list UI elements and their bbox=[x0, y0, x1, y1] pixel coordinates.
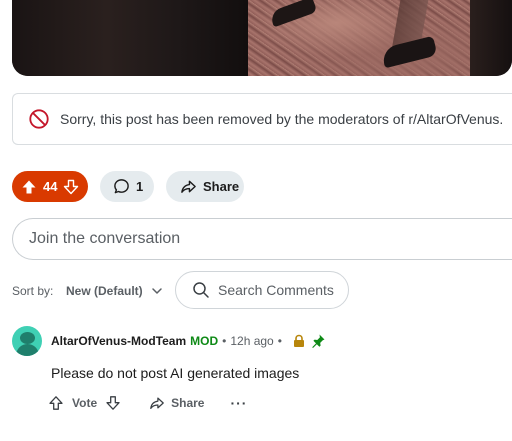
meta-separator: • bbox=[277, 334, 282, 348]
avatar[interactable] bbox=[12, 326, 42, 356]
comment-count: 1 bbox=[136, 179, 144, 194]
join-conversation-input[interactable]: Join the conversation bbox=[12, 218, 512, 260]
pin-icon bbox=[312, 334, 325, 348]
downvote-icon[interactable] bbox=[63, 179, 79, 195]
join-placeholder: Join the conversation bbox=[29, 230, 181, 247]
meta-separator: • bbox=[222, 334, 227, 348]
lock-icon bbox=[293, 334, 304, 347]
share-button[interactable]: Share bbox=[166, 171, 244, 202]
comment-time: 12h ago bbox=[230, 334, 274, 348]
search-placeholder: Search Comments bbox=[218, 282, 334, 298]
more-icon[interactable]: ··· bbox=[230, 395, 247, 411]
sort-dropdown[interactable]: New (Default) bbox=[58, 276, 171, 306]
avatar-body bbox=[16, 344, 39, 356]
comment-actions: Vote Share ··· bbox=[48, 393, 247, 413]
vote-control: 44 bbox=[12, 171, 88, 202]
upvote-icon[interactable] bbox=[21, 179, 37, 195]
removed-notice-text: Sorry, this post has been removed by the… bbox=[60, 111, 504, 127]
media-dark-region bbox=[12, 0, 248, 76]
mod-badge: MOD bbox=[190, 334, 219, 348]
comment-meta: AltarOfVenus-ModTeam MOD • 12h ago • bbox=[51, 333, 326, 349]
sort-value: New (Default) bbox=[66, 284, 143, 298]
post-media[interactable] bbox=[12, 0, 512, 76]
share-icon[interactable] bbox=[149, 395, 165, 411]
chevron-down-icon bbox=[151, 288, 162, 294]
comment-body: Please do not post AI generated images bbox=[51, 365, 300, 381]
comment-icon bbox=[114, 179, 129, 194]
sort-label: Sort by: bbox=[12, 284, 54, 298]
media-dark-region bbox=[470, 0, 512, 76]
upvote-icon[interactable] bbox=[48, 395, 64, 411]
comment-author[interactable]: AltarOfVenus-ModTeam bbox=[51, 334, 186, 348]
share-label: Share bbox=[203, 179, 240, 194]
share-icon bbox=[181, 180, 196, 193]
search-comments-input[interactable]: Search Comments bbox=[175, 271, 349, 309]
vote-count: 44 bbox=[43, 179, 58, 194]
vote-label: Vote bbox=[72, 396, 98, 410]
removed-notice: Sorry, this post has been removed by the… bbox=[12, 93, 512, 145]
ban-icon bbox=[29, 109, 49, 129]
avatar-head bbox=[20, 332, 35, 344]
post-page: Sorry, this post has been removed by the… bbox=[0, 0, 512, 441]
search-icon bbox=[193, 282, 209, 298]
comments-button[interactable]: 1 bbox=[100, 171, 154, 202]
downvote-icon[interactable] bbox=[105, 395, 121, 411]
share-label[interactable]: Share bbox=[171, 396, 204, 410]
